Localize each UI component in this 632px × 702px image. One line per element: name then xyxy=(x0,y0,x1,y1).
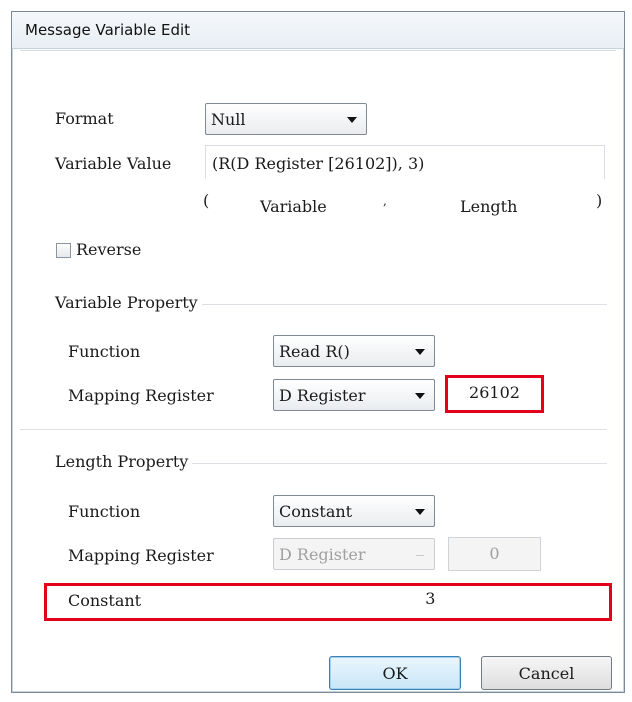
title-bar[interactable]: Message Variable Edit xyxy=(12,12,624,49)
length-function-selected: Constant xyxy=(279,502,353,521)
variable-mapping-label: Mapping Register xyxy=(68,386,214,405)
format-selected-value: Null xyxy=(211,110,246,129)
format-select[interactable]: Null xyxy=(205,103,367,135)
length-mapping-selected: D Register xyxy=(279,545,366,564)
constant-input[interactable]: 3 xyxy=(425,589,435,608)
constant-row: Constant 3 xyxy=(44,583,612,621)
variable-value-display: (R(D Register [26102]), 3) xyxy=(205,145,605,179)
hint-close-paren: ) xyxy=(596,191,603,210)
length-property-heading: Length Property xyxy=(55,452,189,471)
variable-property-heading: Variable Property xyxy=(55,293,198,312)
chevron-down-icon xyxy=(415,509,425,515)
group-divider xyxy=(202,304,607,305)
format-label: Format xyxy=(55,109,114,128)
group-divider xyxy=(192,463,607,464)
variable-mapping-selected: D Register xyxy=(279,386,366,405)
length-address-value: 0 xyxy=(489,544,500,563)
variable-function-label: Function xyxy=(68,342,141,361)
variable-value-text: (R(D Register [26102]), 3) xyxy=(212,154,425,173)
section-divider xyxy=(20,429,607,430)
length-function-select[interactable]: Constant xyxy=(273,495,435,527)
ok-button-label: OK xyxy=(382,664,408,683)
message-variable-edit-dialog: Message Variable Edit Format Null Variab… xyxy=(11,11,625,693)
variable-value-label: Variable Value xyxy=(55,154,172,173)
length-mapping-label: Mapping Register xyxy=(68,546,214,565)
variable-address-input[interactable]: 26102 xyxy=(445,375,544,413)
length-address-input[interactable]: 0 xyxy=(448,537,541,571)
window-title: Message Variable Edit xyxy=(25,21,191,39)
chevron-down-icon xyxy=(415,393,425,399)
constant-label: Constant xyxy=(68,591,142,610)
reverse-label: Reverse xyxy=(76,240,142,259)
hint-separator: , xyxy=(383,194,387,208)
hint-open-paren: ( xyxy=(203,191,210,210)
hint-length: Length xyxy=(460,197,518,216)
chevron-down-icon xyxy=(416,555,424,556)
ok-button[interactable]: OK xyxy=(329,656,461,690)
variable-address-value: 26102 xyxy=(469,383,520,402)
variable-mapping-select[interactable]: D Register xyxy=(273,379,435,411)
reverse-checkbox[interactable] xyxy=(56,243,71,258)
variable-function-selected: Read R() xyxy=(279,342,350,361)
length-function-label: Function xyxy=(68,502,141,521)
dialog-body: Format Null Variable Value (R(D Register… xyxy=(20,50,616,690)
cancel-button-label: Cancel xyxy=(518,664,575,683)
chevron-down-icon xyxy=(347,117,357,123)
length-mapping-select[interactable]: D Register xyxy=(273,538,435,570)
variable-function-select[interactable]: Read R() xyxy=(273,335,435,367)
hint-variable: Variable xyxy=(260,197,327,216)
cancel-button[interactable]: Cancel xyxy=(481,656,612,690)
chevron-down-icon xyxy=(415,349,425,355)
